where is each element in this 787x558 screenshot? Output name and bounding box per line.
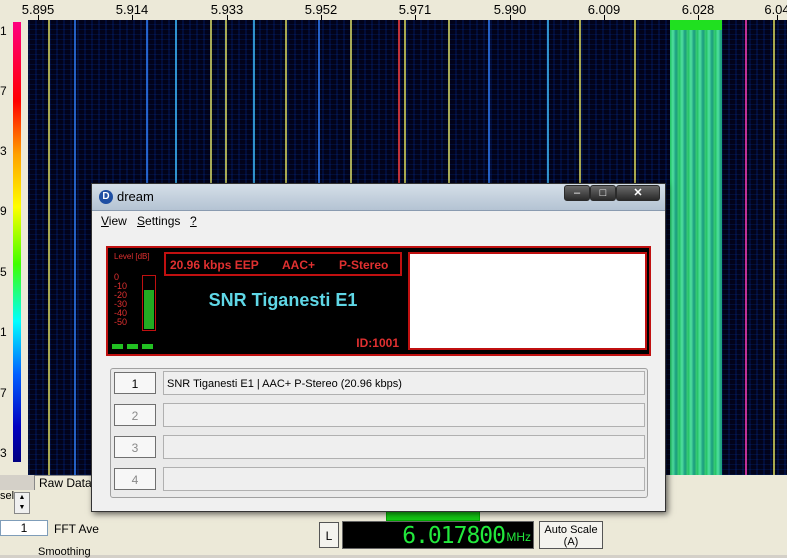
service-label-4 <box>163 467 645 491</box>
service-button-4[interactable]: 4 <box>114 468 156 490</box>
frequency-axis-label: 6.04 <box>764 2 787 17</box>
service-label-1: SNR Tiganesti E1 | AAC+ P-Stereo (20.96 … <box>163 371 645 395</box>
bitrate-text: 20.96 kbps EEP <box>170 258 259 272</box>
menu-view[interactable]: View <box>101 214 127 228</box>
service-label-2 <box>163 403 645 427</box>
maximize-button[interactable]: □ <box>590 185 616 201</box>
station-name: SNR Tiganesti E1 <box>208 290 358 310</box>
auto-scale-button[interactable]: Auto Scale (A) <box>539 521 603 549</box>
service-button-3[interactable]: 3 <box>114 436 156 458</box>
bottom-left-controls: sel ▲ ▼ 1 FFT Ave Smoothing <box>0 490 100 558</box>
signal-trace <box>74 20 76 475</box>
level-scale-label: 5 <box>0 265 7 279</box>
signal-trace <box>773 20 775 475</box>
level-scale-label: 3 <box>0 144 7 158</box>
frequency-axis: 5.895 5.914 5.933 5.952 5.971 5.990 6.009 6.028… <box>0 0 787 21</box>
mode-info-box: 20.96 kbps EEP AAC+ P-Stereo <box>164 252 402 276</box>
menu-settings[interactable]: Settings <box>137 214 180 228</box>
service-label-3 <box>163 435 645 459</box>
service-list: 1 SNR Tiganesti E1 | AAC+ P-Stereo (20.9… <box>110 368 648 498</box>
menu-bar: View Settings ? <box>92 211 665 231</box>
status-led-3 <box>142 344 153 349</box>
level-scale-label: 1 <box>0 24 7 38</box>
close-button[interactable]: ✕ <box>616 185 660 201</box>
menu-help[interactable]: ? <box>190 214 197 228</box>
frequency-unit: MHz <box>506 530 531 544</box>
status-panel: Level [dB] 0 -10 -20 -30 -40 -50 20.96 k… <box>106 246 651 356</box>
drm-band-marker <box>670 20 722 30</box>
status-led-2 <box>127 344 138 349</box>
level-scale-label: 7 <box>0 386 7 400</box>
frequency-value: 6.017800 <box>402 523 506 549</box>
l-button[interactable]: L <box>319 522 339 548</box>
dream-app-icon: D <box>99 190 113 204</box>
fft-ave-input[interactable]: 1 <box>0 520 48 536</box>
status-led-1 <box>112 344 123 349</box>
level-scale-label: 3 <box>0 446 7 460</box>
signal-trace <box>48 20 50 475</box>
level-scale-label: 7 <box>0 84 7 98</box>
auto-scale-hotkey: (A) <box>563 536 579 548</box>
frequency-display: 6.017800 MHz <box>342 521 534 549</box>
level-meter <box>142 275 156 331</box>
service-id: ID:1001 <box>356 336 399 350</box>
text-message-box <box>408 252 647 350</box>
dream-window[interactable]: D dream – □ ✕ View Settings ? Level [dB]… <box>91 183 666 512</box>
level-meter-fill <box>144 290 154 329</box>
window-title: dream <box>117 189 154 204</box>
sel-label: sel <box>0 490 15 502</box>
spin-control[interactable]: ▲ ▼ <box>14 492 30 514</box>
level-scale-label: 1 <box>0 325 7 339</box>
level-scale-label: 9 <box>0 204 7 218</box>
level-tick: -50 <box>114 317 128 327</box>
codec-text: AAC+ <box>282 258 316 272</box>
audio-mode-text: P-Stereo <box>339 258 389 272</box>
drm-signal-band <box>670 20 722 475</box>
smoothing-label: Smoothing <box>38 546 91 558</box>
raw-data-tab[interactable]: Raw Data <box>34 475 94 491</box>
auto-scale-label: Auto Scale <box>544 524 598 536</box>
service-button-2[interactable]: 2 <box>114 404 156 426</box>
title-bar[interactable]: D dream – □ ✕ <box>92 184 665 211</box>
level-label: Level [dB] <box>114 252 150 261</box>
minimize-button[interactable]: – <box>564 185 590 201</box>
color-scale-bar <box>13 22 21 462</box>
signal-trace <box>745 20 747 475</box>
fft-ave-label: FFT Ave <box>54 522 99 536</box>
service-button-1[interactable]: 1 <box>114 372 156 394</box>
